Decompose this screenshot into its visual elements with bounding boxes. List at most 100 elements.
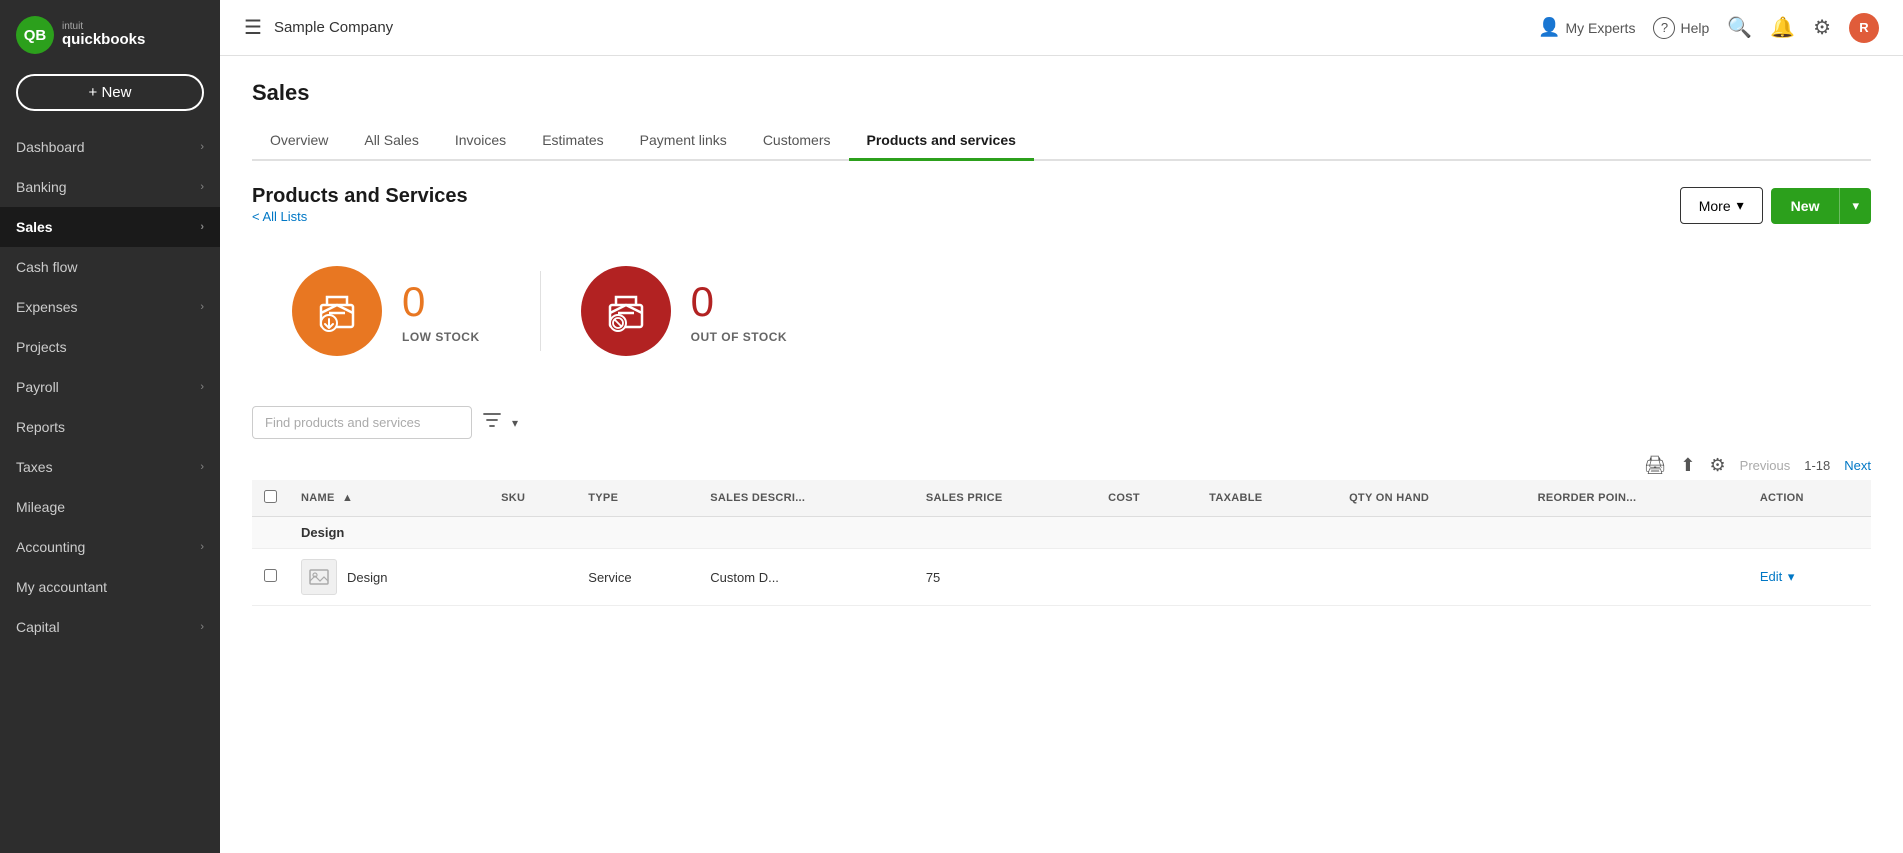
my-experts-link[interactable]: 👤 My Experts [1538, 17, 1635, 38]
sidebar-item-accounting[interactable]: Accounting › [0, 527, 220, 567]
my-experts-label: My Experts [1565, 20, 1635, 36]
sidebar-logo: QB intuit quickbooks [0, 0, 220, 66]
low-stock-svg [311, 285, 363, 337]
sidebar-item-label: Cash flow [16, 259, 77, 275]
tab-customers[interactable]: Customers [745, 122, 849, 161]
sidebar-item-payroll[interactable]: Payroll › [0, 367, 220, 407]
sidebar-item-expenses[interactable]: Expenses › [0, 287, 220, 327]
table-settings-icon[interactable]: ⚙ [1710, 455, 1726, 476]
qb-quickbooks-label: quickbooks [62, 32, 145, 49]
product-reorder-point [1526, 549, 1748, 606]
table-row: Design Service Custom D... 75 Edit ▾ [252, 549, 1871, 606]
out-of-stock-icon [581, 266, 671, 356]
product-name: Design [347, 570, 387, 585]
avatar[interactable]: R [1849, 13, 1879, 43]
low-stock-count: 0 [402, 278, 480, 326]
th-action: ACTION [1748, 480, 1871, 517]
chevron-down-icon: ▾ [1737, 197, 1744, 214]
row-checkbox-cell [252, 549, 289, 606]
person-icon: 👤 [1538, 17, 1560, 38]
tab-overview[interactable]: Overview [252, 122, 346, 161]
low-stock-card[interactable]: 0 LOW STOCK [252, 246, 540, 376]
row-checkbox[interactable] [264, 569, 277, 582]
th-reorder-point: REORDER POIN... [1526, 480, 1748, 517]
chevron-right-icon: › [200, 141, 204, 153]
qb-logo-icon: QB [16, 16, 54, 54]
tab-paymentlinks[interactable]: Payment links [622, 122, 745, 161]
tab-productsservices[interactable]: Products and services [849, 122, 1034, 161]
sidebar-item-capital[interactable]: Capital › [0, 607, 220, 647]
new-primary-button[interactable]: New [1771, 188, 1840, 224]
more-button[interactable]: More ▾ [1680, 187, 1763, 224]
notifications-icon[interactable]: 🔔 [1770, 15, 1795, 40]
product-thumbnail [301, 559, 337, 595]
edit-link[interactable]: Edit [1760, 569, 1782, 584]
sidebar-item-mileage[interactable]: Mileage [0, 487, 220, 527]
table-toolbar-right: 🖨 ⬆ ⚙ Previous 1-18 Next [1644, 455, 1871, 476]
sidebar-item-label: Dashboard [16, 139, 85, 155]
product-taxable [1197, 549, 1337, 606]
new-button[interactable]: + New [16, 74, 204, 111]
new-split-button: New ▾ [1771, 188, 1871, 224]
out-of-stock-card[interactable]: 0 OUT OF STOCK [541, 246, 847, 376]
sidebar: QB intuit quickbooks + New Dashboard › B… [0, 0, 220, 853]
sidebar-item-sales[interactable]: Sales › [0, 207, 220, 247]
print-icon[interactable]: 🖨 [1644, 455, 1667, 476]
hamburger-icon[interactable]: ☰ [244, 15, 262, 40]
edit-dropdown-icon[interactable]: ▾ [1788, 569, 1795, 584]
sort-arrow-icon: ▲ [342, 492, 353, 504]
pagination-range: 1-18 [1804, 458, 1830, 473]
sidebar-item-cashflow[interactable]: Cash flow [0, 247, 220, 287]
sidebar-item-taxes[interactable]: Taxes › [0, 447, 220, 487]
previous-page[interactable]: Previous [1740, 458, 1791, 473]
th-sales-price: SALES PRICE [914, 480, 1096, 517]
select-all-header [252, 480, 289, 517]
sidebar-item-reports[interactable]: Reports [0, 407, 220, 447]
th-qty-on-hand: QTY ON HAND [1337, 480, 1526, 517]
topbar: ☰ Sample Company 👤 My Experts ? Help 🔍 🔔… [220, 0, 1903, 56]
question-icon: ? [1653, 17, 1675, 39]
th-sales-desc: SALES DESCRI... [698, 480, 914, 517]
sidebar-item-projects[interactable]: Projects [0, 327, 220, 367]
sidebar-item-myaccountant[interactable]: My accountant [0, 567, 220, 607]
select-all-checkbox[interactable] [264, 490, 277, 503]
new-dropdown-button[interactable]: ▾ [1839, 188, 1871, 224]
product-type: Service [576, 549, 698, 606]
sidebar-item-label: Sales [16, 219, 53, 235]
sidebar-item-label: Expenses [16, 299, 77, 315]
sidebar-item-dashboard[interactable]: Dashboard › [0, 127, 220, 167]
filter-dropdown-icon[interactable]: ▾ [512, 416, 518, 430]
next-page[interactable]: Next [1844, 458, 1871, 473]
chevron-right-icon: › [200, 541, 204, 553]
sidebar-item-label: Reports [16, 419, 65, 435]
export-icon[interactable]: ⬆ [1680, 455, 1695, 476]
settings-icon[interactable]: ⚙ [1813, 15, 1831, 40]
product-cost [1096, 549, 1197, 606]
tab-invoices[interactable]: Invoices [437, 122, 524, 161]
th-name[interactable]: NAME ▲ [289, 480, 489, 517]
company-name: Sample Company [274, 19, 393, 36]
search-icon[interactable]: 🔍 [1727, 15, 1752, 40]
all-lists-link[interactable]: All Lists [252, 209, 307, 224]
sidebar-item-label: Mileage [16, 499, 65, 515]
search-input[interactable] [252, 406, 472, 439]
table-header: NAME ▲ SKU TYPE SALES DESCRI... SALES PR… [252, 480, 1871, 517]
tab-estimates[interactable]: Estimates [524, 122, 621, 161]
help-link[interactable]: ? Help [1653, 17, 1709, 39]
section-header: Products and Services All Lists More ▾ N… [252, 185, 1871, 226]
chevron-right-icon: › [200, 181, 204, 193]
out-of-stock-label: OUT OF STOCK [691, 330, 787, 344]
chevron-right-icon: › [200, 221, 204, 233]
qb-logo-initial: QB [24, 27, 47, 44]
sidebar-item-banking[interactable]: Banking › [0, 167, 220, 207]
th-type: TYPE [576, 480, 698, 517]
content-area: Sales Overview All Sales Invoices Estima… [220, 56, 1903, 853]
group-row-design: Design [252, 517, 1871, 549]
filter-icon[interactable] [482, 410, 502, 435]
tab-allsales[interactable]: All Sales [346, 122, 436, 161]
help-label: Help [1680, 20, 1709, 36]
qb-logo-text: intuit quickbooks [62, 21, 145, 49]
sidebar-item-label: Capital [16, 619, 60, 635]
stock-cards: 0 LOW STOCK [252, 246, 1871, 376]
table-body: Design [252, 517, 1871, 606]
